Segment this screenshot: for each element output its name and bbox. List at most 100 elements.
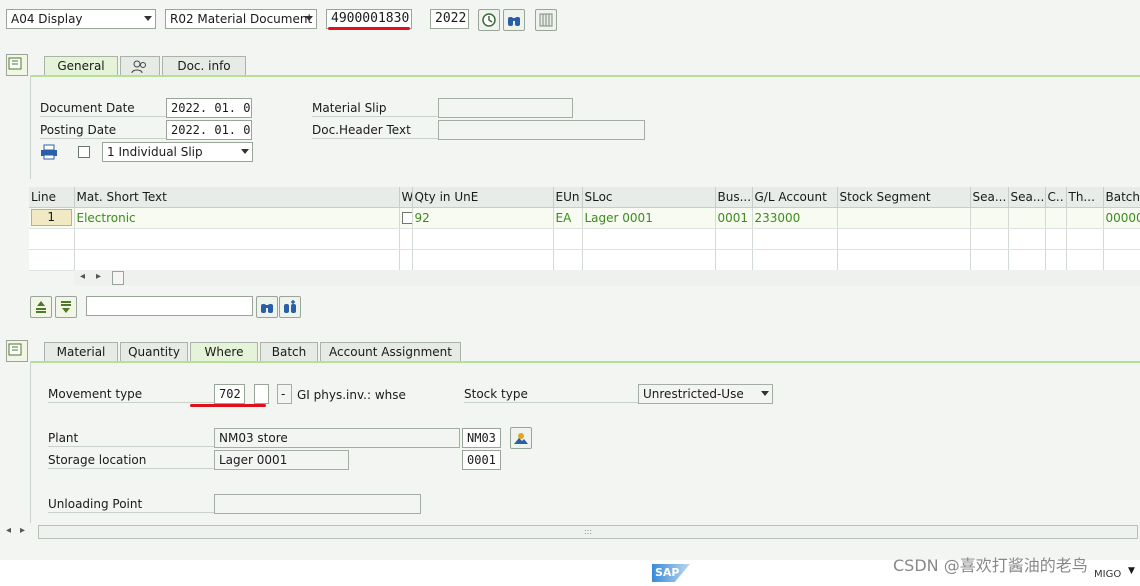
column-header[interactable]: Th... xyxy=(1066,187,1104,208)
line-number-button[interactable]: 1 xyxy=(31,209,72,226)
material-slip-label: Material Slip xyxy=(312,100,438,117)
scroll-left-icon[interactable]: ◂ xyxy=(6,525,11,536)
watermark-text: CSDN @喜欢打酱油的老鸟 xyxy=(893,556,1088,575)
tab-quantity[interactable]: Quantity xyxy=(120,342,188,362)
document-date-field[interactable]: 2022. 01. 07 xyxy=(166,98,252,118)
transaction-code[interactable]: MIGO xyxy=(1094,567,1121,583)
column-header[interactable]: Stock Segment xyxy=(837,187,971,208)
insert-row-icon xyxy=(36,301,46,313)
tab-partner[interactable] xyxy=(120,56,160,76)
stock-type-select[interactable]: Unrestricted-Use xyxy=(638,384,773,404)
column-header[interactable]: Bus... xyxy=(715,187,753,208)
insert-row-button[interactable] xyxy=(30,296,52,318)
action-select[interactable]: A04 Display xyxy=(6,9,156,29)
cell-batch: 00000 xyxy=(1103,207,1140,229)
table-row[interactable] xyxy=(29,228,1140,250)
table-find-next-button[interactable] xyxy=(279,296,301,318)
table-scrollbar[interactable]: ◂ ▸ xyxy=(74,270,1140,286)
table-header-row: Line Mat. Short Text W Qty in UnE EUn SL… xyxy=(29,187,1140,208)
chevron-down-icon[interactable]: ▼ xyxy=(1128,566,1135,576)
stock-type-label: Stock type xyxy=(464,386,638,403)
movement-type-field[interactable]: 702 xyxy=(214,384,245,404)
table-find-button[interactable] xyxy=(256,296,278,318)
delete-row-icon xyxy=(61,301,71,313)
column-header[interactable]: Sea... xyxy=(1008,187,1046,208)
cell-c xyxy=(1045,207,1067,229)
table-row[interactable]: 1 Electronic 92 EA Lager 0001 0001 23300… xyxy=(29,207,1140,229)
scroll-right-icon[interactable]: ▸ xyxy=(96,271,101,282)
cell-gl-account: 233000 xyxy=(752,207,838,229)
partner-icon xyxy=(131,60,146,74)
scroll-thumb[interactable] xyxy=(112,271,124,285)
tab-account-assignment[interactable]: Account Assignment xyxy=(320,342,461,362)
find-button[interactable] xyxy=(503,9,525,31)
annotation-underline xyxy=(328,27,410,30)
column-header[interactable]: SLoc xyxy=(582,187,716,208)
unloading-point-field[interactable] xyxy=(214,494,421,514)
doc-header-text-field[interactable] xyxy=(438,120,645,140)
binoculars-icon xyxy=(508,17,520,26)
column-header[interactable]: W xyxy=(399,187,413,208)
chevron-down-icon xyxy=(241,149,249,154)
slip-type-value: 1 Individual Slip xyxy=(107,145,203,159)
print-button[interactable] xyxy=(40,144,58,160)
column-header[interactable]: Line xyxy=(29,187,75,208)
chevron-down-icon xyxy=(761,391,769,396)
movement-indicator-field[interactable] xyxy=(254,384,269,404)
scroll-thumb[interactable]: ::: xyxy=(38,525,1138,539)
panel-scrollbar[interactable]: ◂ ▸ ::: xyxy=(4,524,1140,540)
tab-doc-info[interactable]: Doc. info xyxy=(162,56,246,76)
plant-address-button[interactable] xyxy=(510,427,532,449)
cell-sea1 xyxy=(970,207,1009,229)
execute-button[interactable] xyxy=(478,9,500,31)
document-year-input[interactable]: 2022 xyxy=(430,9,469,29)
movement-sign-field: - xyxy=(277,384,292,404)
column-header[interactable]: C.. xyxy=(1045,187,1067,208)
plant-code-field[interactable]: NM03 xyxy=(462,428,501,448)
annotation-underline xyxy=(190,404,266,407)
slip-type-select[interactable]: 1 Individual Slip xyxy=(102,142,253,162)
tab-where[interactable]: Where xyxy=(190,342,258,362)
binoculars-icon xyxy=(261,304,273,313)
item-ok-checkbox[interactable] xyxy=(401,212,411,224)
column-header[interactable]: Sea... xyxy=(970,187,1009,208)
items-table: Line Mat. Short Text W Qty in UnE EUn SL… xyxy=(29,187,1140,271)
calculator-button[interactable] xyxy=(535,9,557,31)
table-row[interactable] xyxy=(29,249,1140,271)
reference-document-select[interactable]: R02 Material Document xyxy=(165,9,317,29)
cell-business-area: 0001 xyxy=(715,207,753,229)
plant-label: Plant xyxy=(48,430,214,447)
cell-unit: EA xyxy=(553,207,583,229)
tab-general[interactable]: General xyxy=(44,56,118,76)
clock-check-icon xyxy=(482,13,496,27)
column-header[interactable]: EUn xyxy=(553,187,583,208)
document-date-label: Document Date xyxy=(40,100,166,117)
tab-material[interactable]: Material xyxy=(44,342,118,362)
storage-location-code-field[interactable]: 0001 xyxy=(462,450,501,470)
toggle-detail-button[interactable] xyxy=(6,340,28,362)
cell-sloc: Lager 0001 xyxy=(582,207,716,229)
tab-batch[interactable]: Batch xyxy=(260,342,318,362)
cell-sea2 xyxy=(1008,207,1046,229)
column-header[interactable]: Batch xyxy=(1103,187,1140,208)
print-checkbox[interactable] xyxy=(78,146,90,158)
scroll-right-icon[interactable]: ▸ xyxy=(20,525,25,536)
column-header[interactable]: Mat. Short Text xyxy=(74,187,400,208)
doc-header-text-label: Doc.Header Text xyxy=(312,122,438,139)
cell-stock-segment xyxy=(837,207,971,229)
mountain-sun-icon xyxy=(514,433,528,444)
storage-location-label: Storage location xyxy=(48,452,214,469)
toggle-header-button[interactable] xyxy=(6,54,28,76)
document-number-input[interactable]: 4900001830 xyxy=(326,9,412,29)
chevron-down-icon xyxy=(305,16,313,21)
plant-name-field: NM03 store xyxy=(214,428,460,448)
stock-type-value: Unrestricted-Use xyxy=(643,387,744,401)
material-slip-field[interactable] xyxy=(438,98,573,118)
posting-date-label: Posting Date xyxy=(40,122,166,139)
delete-row-button[interactable] xyxy=(55,296,77,318)
column-header[interactable]: Qty in UnE xyxy=(412,187,554,208)
scroll-left-icon[interactable]: ◂ xyxy=(80,271,85,282)
column-header[interactable]: G/L Account xyxy=(752,187,838,208)
posting-date-field[interactable]: 2022. 01. 07 xyxy=(166,120,252,140)
table-search-input[interactable] xyxy=(86,296,253,316)
